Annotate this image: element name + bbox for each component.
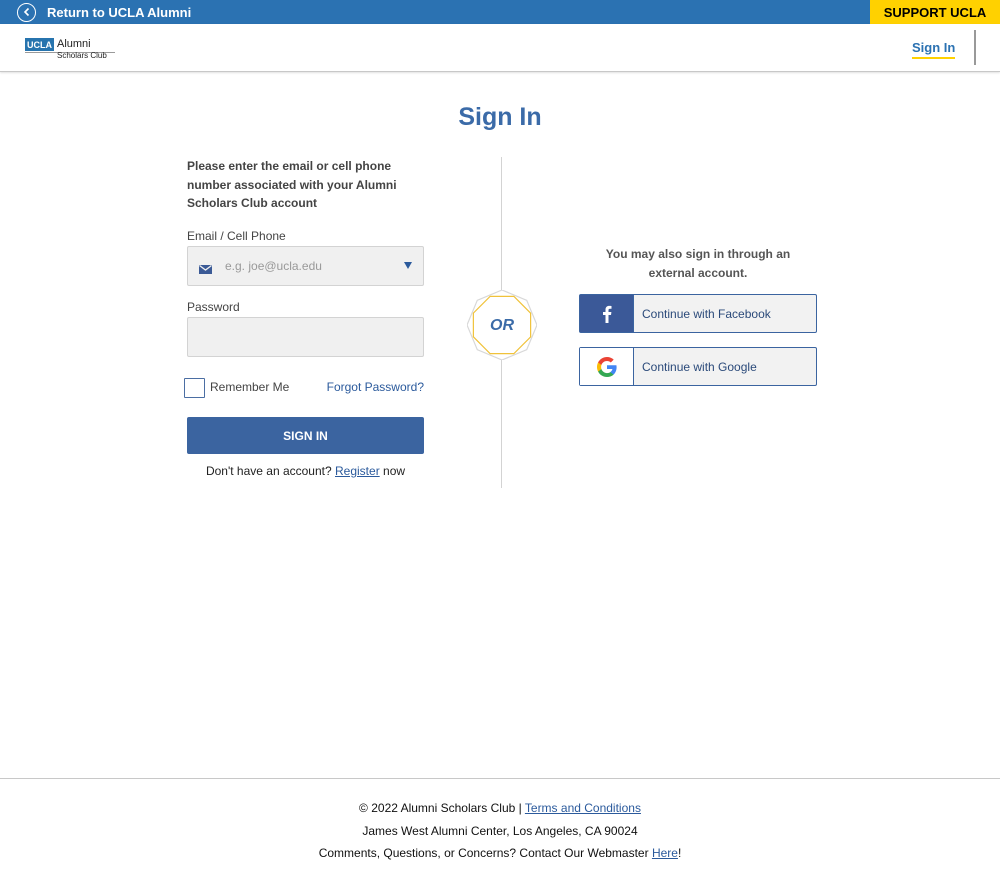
remember-me-label[interactable]: Remember Me (210, 380, 289, 394)
password-field[interactable] (187, 317, 424, 357)
remember-me-checkbox[interactable] (184, 378, 205, 398)
site-header: UCLA Alumni Scholars Club Sign In (0, 24, 1000, 72)
continue-with-facebook-button[interactable]: Continue with Facebook (579, 294, 817, 333)
footer-contact-line: Comments, Questions, or Concerns? Contac… (0, 846, 1000, 860)
footer-address: James West Alumni Center, Los Angeles, C… (362, 824, 638, 838)
or-label: OR (490, 317, 514, 334)
email-label: Email / Cell Phone (187, 229, 286, 243)
google-icon (580, 348, 634, 385)
terms-and-conditions-link[interactable]: Terms and Conditions (525, 801, 641, 815)
password-label: Password (187, 300, 240, 314)
register-link[interactable]: Register (335, 464, 380, 478)
logo-line-2: Scholars Club (57, 51, 107, 60)
facebook-button-label: Continue with Facebook (642, 306, 771, 321)
facebook-icon (580, 295, 634, 332)
register-suffix: now (383, 464, 406, 478)
dropdown-caret-icon[interactable] (404, 262, 412, 269)
email-field[interactable] (187, 246, 424, 286)
chevron-left-circle-icon (17, 2, 36, 22)
logo-line-1: Alumni (57, 38, 91, 50)
contact-prefix: Comments, Questions, or Concerns? Contac… (318, 846, 649, 860)
contact-suffix: ! (677, 846, 682, 860)
nav-divider (974, 30, 976, 65)
site-footer: © 2022 Alumni Scholars Club | Terms and … (0, 778, 1000, 881)
webmaster-here-link[interactable]: Here (652, 846, 678, 860)
sign-in-instructions: Please enter the email or cell phone num… (187, 159, 397, 210)
password-input[interactable] (188, 318, 423, 356)
return-to-ucla-alumni-link[interactable]: Return to UCLA Alumni (17, 2, 191, 22)
top-bar: Return to UCLA Alumni SUPPORT UCLA (0, 0, 1000, 24)
sign-in-form: Please enter the email or cell phone num… (184, 157, 424, 478)
return-link-label: Return to UCLA Alumni (47, 4, 192, 20)
continue-with-google-button[interactable]: Continue with Google (579, 347, 817, 386)
logo-badge: UCLA (25, 38, 54, 51)
register-prefix: Don't have an account? (205, 464, 332, 478)
email-input[interactable] (218, 247, 398, 285)
mail-icon (199, 261, 212, 274)
page-title: Sign In (458, 103, 542, 131)
footer-copyright-line: © 2022 Alumni Scholars Club | Terms and … (0, 801, 1000, 815)
copyright-text: © 2022 Alumni Scholars Club | (359, 801, 522, 815)
nav-sign-in-link[interactable]: Sign In (912, 40, 956, 59)
register-prompt: Don't have an account? Register now (187, 464, 424, 478)
support-ucla-button[interactable]: SUPPORT UCLA (870, 0, 1000, 24)
alumni-scholars-club-logo[interactable]: UCLA Alumni Scholars Club (25, 37, 117, 63)
external-sign-in-text: You may also sign in through an external… (605, 247, 791, 280)
google-button-label: Continue with Google (642, 359, 757, 374)
sign-in-button[interactable]: SIGN IN (187, 417, 424, 454)
forgot-password-link[interactable]: Forgot Password? (327, 380, 424, 394)
